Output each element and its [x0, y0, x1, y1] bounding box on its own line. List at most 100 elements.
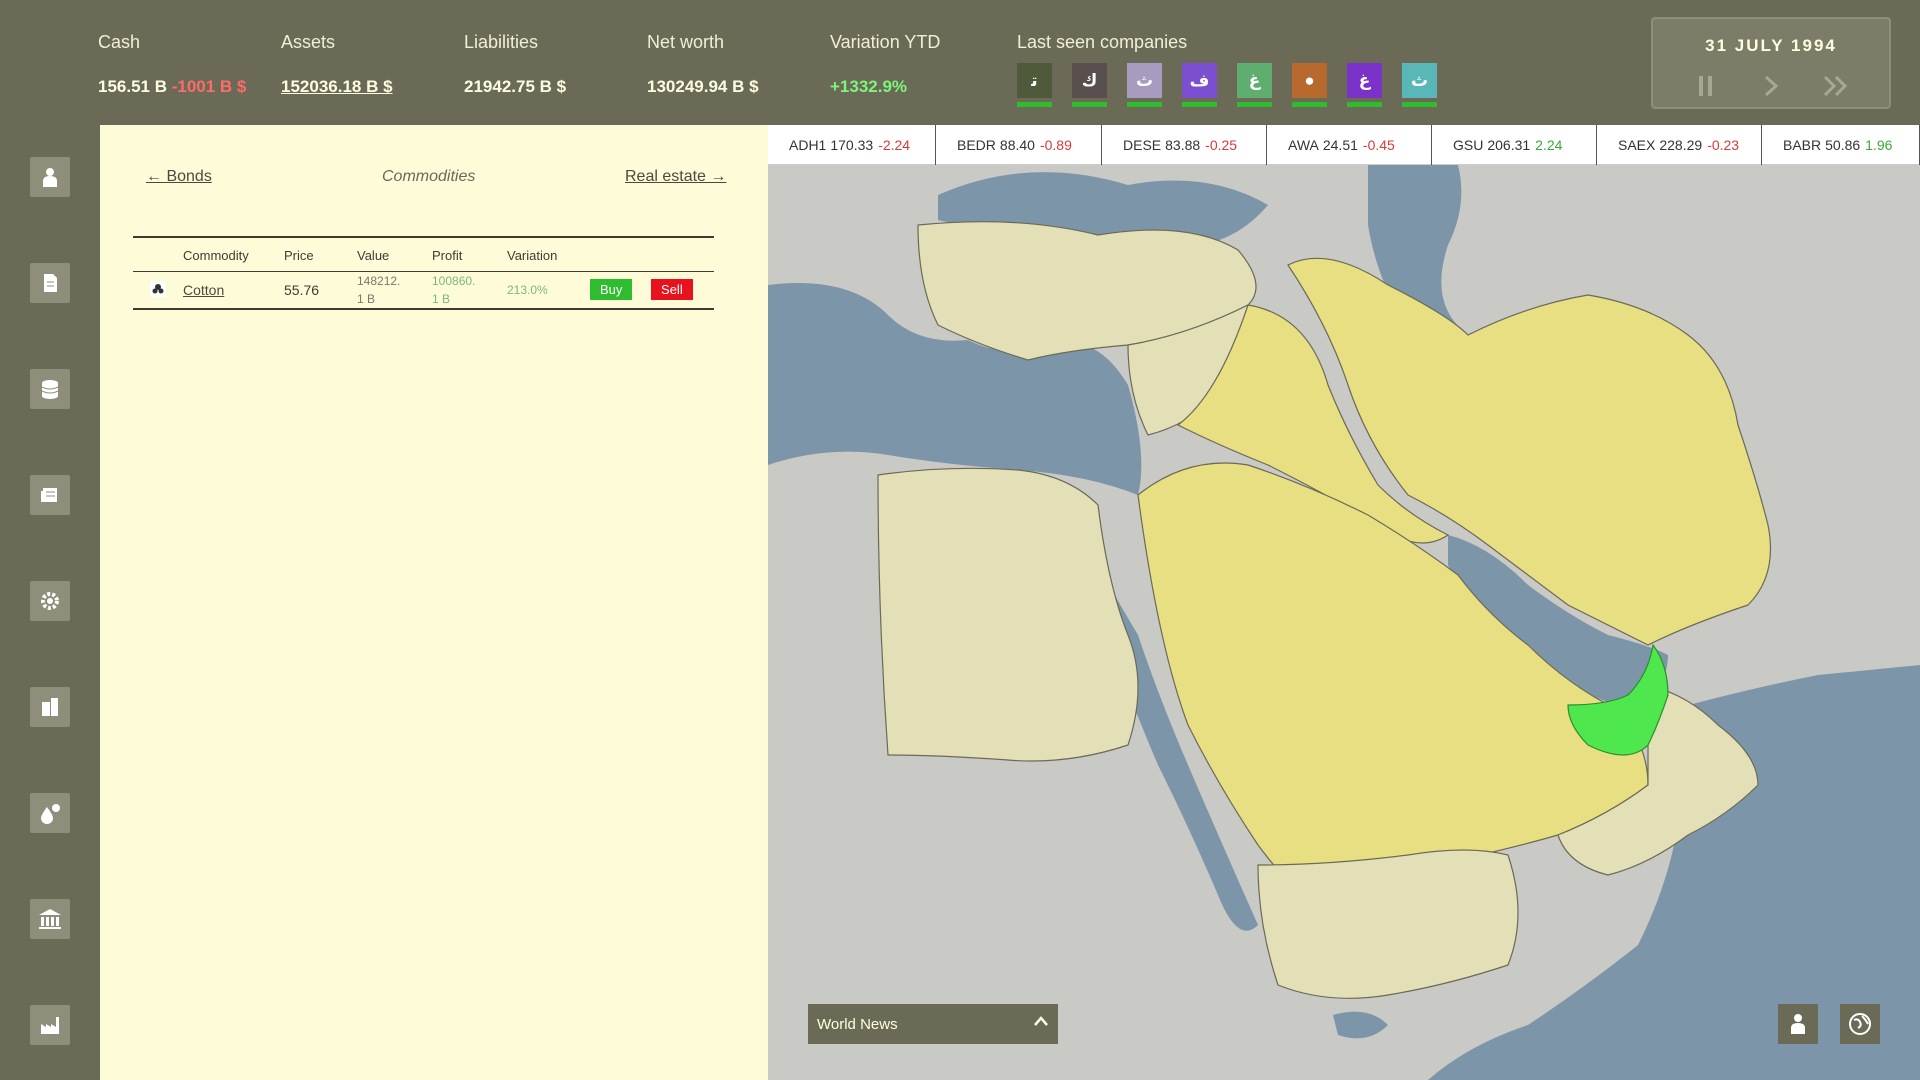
company-logo-icon: ك	[1072, 63, 1107, 98]
ticker-price: 24.51	[1322, 137, 1358, 153]
map-canvas[interactable]	[768, 165, 1920, 1080]
company-logo-icon: ث	[1127, 63, 1162, 98]
company-status-bar	[1017, 102, 1052, 107]
sidebar-item-industry[interactable]	[30, 1005, 70, 1045]
ticker-item[interactable]: DESE 83.88 -0.25	[1102, 125, 1267, 165]
ticker-item[interactable]: BEDR 88.40 -0.89	[936, 125, 1102, 165]
commodity-value: 148212. 1 B	[357, 271, 432, 309]
sidebar-item-documents[interactable]	[30, 263, 70, 303]
agent-button[interactable]	[1778, 1004, 1818, 1044]
company-item[interactable]: غ	[1237, 63, 1272, 107]
company-logo-icon: ﺗ	[1017, 63, 1052, 98]
commodity-variation: 213.0%	[507, 271, 590, 309]
sidebar-item-oil[interactable]	[30, 793, 70, 833]
ticker-item[interactable]: SAEX 228.29 -0.23	[1597, 125, 1762, 165]
sidebar-item-database[interactable]	[30, 369, 70, 409]
nav-prev[interactable]: ← Bonds	[146, 168, 212, 186]
ticker-change: -0.45	[1362, 137, 1395, 153]
commodity-name-link[interactable]: Cotton	[183, 282, 224, 298]
region-egypt[interactable]	[877, 467, 1139, 762]
company-logo-icon: ث	[1402, 63, 1437, 98]
sidebar-item-news[interactable]	[30, 475, 70, 515]
variation-value: +1332.9%	[830, 77, 908, 96]
ticker-change: -2.24	[878, 137, 911, 153]
sell-button[interactable]: Sell	[651, 279, 693, 300]
ticker-item[interactable]: ADH1 170.33 -2.24	[768, 125, 936, 165]
company-status-bar	[1237, 102, 1272, 107]
double-chevron-right-icon	[1823, 75, 1848, 97]
nav-prev-link[interactable]: ← Bonds	[146, 168, 212, 185]
globe-button[interactable]	[1840, 1004, 1880, 1044]
cash-label: Cash	[98, 32, 141, 52]
ticker-item[interactable]: AWA 24.51 -0.45	[1267, 125, 1432, 165]
database-icon	[41, 380, 59, 399]
commodity-name-cell[interactable]: Cotton	[183, 271, 284, 309]
profit-line1: 100860.	[432, 273, 476, 288]
oil-drop-icon	[41, 804, 60, 824]
company-status-bar	[1182, 102, 1217, 107]
company-logo-icon: ف	[1182, 63, 1217, 98]
company-item[interactable]: ث	[1402, 63, 1437, 107]
commodities-table: Commodity Price Value Profit Variation C…	[133, 236, 714, 310]
top-bar: Cash 156.51 B -1001 B $ Assets 152036.18…	[0, 0, 1920, 125]
ticker-price: 88.40	[999, 137, 1035, 153]
company-status-bar	[1292, 102, 1327, 107]
cotton-icon	[150, 281, 166, 297]
nav-next[interactable]: Real estate →	[625, 168, 726, 186]
stock-ticker: ADH1 170.33 -2.24 BEDR 88.40 -0.89 DESE 83.88 -0…	[768, 125, 1920, 165]
cash-value: 156.51 B -1001 B $	[98, 74, 246, 99]
ticker-price: 228.29	[1659, 137, 1703, 153]
date-panel: 31 JULY 1994	[1651, 17, 1891, 109]
company-item[interactable]: ف	[1182, 63, 1217, 107]
value-line2: 1 B	[357, 291, 376, 306]
sidebar-item-bank[interactable]	[30, 899, 70, 939]
globe-icon	[1849, 1013, 1871, 1035]
ticker-change: 1.96	[1865, 137, 1893, 153]
ticker-symbol: BABR	[1783, 137, 1822, 153]
ticker-symbol: SAEX	[1618, 137, 1656, 153]
company-item[interactable]: ﺗ	[1017, 63, 1052, 107]
nav-current: Commodities	[382, 168, 476, 185]
value-line1: 148212.	[357, 273, 401, 288]
net-worth-value: 130249.94 B $	[647, 77, 759, 96]
newspaper-icon	[41, 488, 57, 502]
buy-button[interactable]: Buy	[590, 279, 633, 300]
company-logo-icon: غ	[1237, 63, 1272, 98]
ticker-symbol: AWA	[1288, 137, 1319, 153]
pause-button[interactable]	[1691, 71, 1721, 101]
sidebar-item-settings[interactable]	[30, 581, 70, 621]
nav-next-link[interactable]: Real estate →	[625, 168, 726, 185]
world-map[interactable]	[768, 165, 1920, 1080]
assets-stat[interactable]: Assets 152036.18 B $	[281, 32, 401, 99]
variation-stat: Variation YTD +1332.9%	[830, 32, 940, 99]
pause-icon	[1699, 76, 1712, 96]
assets-value[interactable]: 152036.18 B $	[281, 74, 401, 99]
table-header: Commodity Price Value Profit Variation	[133, 237, 714, 271]
ticker-item[interactable]: GSU 206.31 2.24	[1432, 125, 1597, 165]
company-status-bar	[1347, 102, 1382, 107]
region-yemen[interactable]	[1257, 849, 1519, 999]
header-variation: Variation	[507, 247, 558, 263]
header-commodity: Commodity	[183, 247, 249, 263]
company-item[interactable]: ك	[1072, 63, 1107, 107]
sidebar-item-buildings[interactable]	[30, 687, 70, 727]
world-news-toggle[interactable]: World News	[808, 1004, 1058, 1044]
play-button[interactable]	[1756, 71, 1786, 101]
company-item[interactable]: ●	[1292, 63, 1327, 107]
sidebar-item-profile[interactable]	[30, 157, 70, 197]
header-profit: Profit	[432, 247, 463, 263]
header-actions	[590, 237, 714, 271]
buildings-icon	[42, 698, 58, 716]
company-item[interactable]: ث	[1127, 63, 1162, 107]
commodity-actions: Buy Sell	[590, 271, 714, 309]
companies-label: Last seen companies	[1017, 32, 1188, 52]
ticker-item[interactable]: BABR 50.86 1.96	[1762, 125, 1920, 165]
company-item[interactable]: غ	[1347, 63, 1382, 107]
person-icon	[43, 168, 57, 187]
ticker-symbol: ADH1	[789, 137, 827, 153]
ticker-price: 83.88	[1165, 137, 1201, 153]
net-worth-stat: Net worth 130249.94 B $	[647, 32, 759, 99]
fast-forward-button[interactable]	[1821, 71, 1851, 101]
ticker-symbol: DESE	[1123, 137, 1162, 153]
table-row: Cotton 55.76 148212. 1 B 100860. 1 B 213…	[133, 271, 714, 309]
